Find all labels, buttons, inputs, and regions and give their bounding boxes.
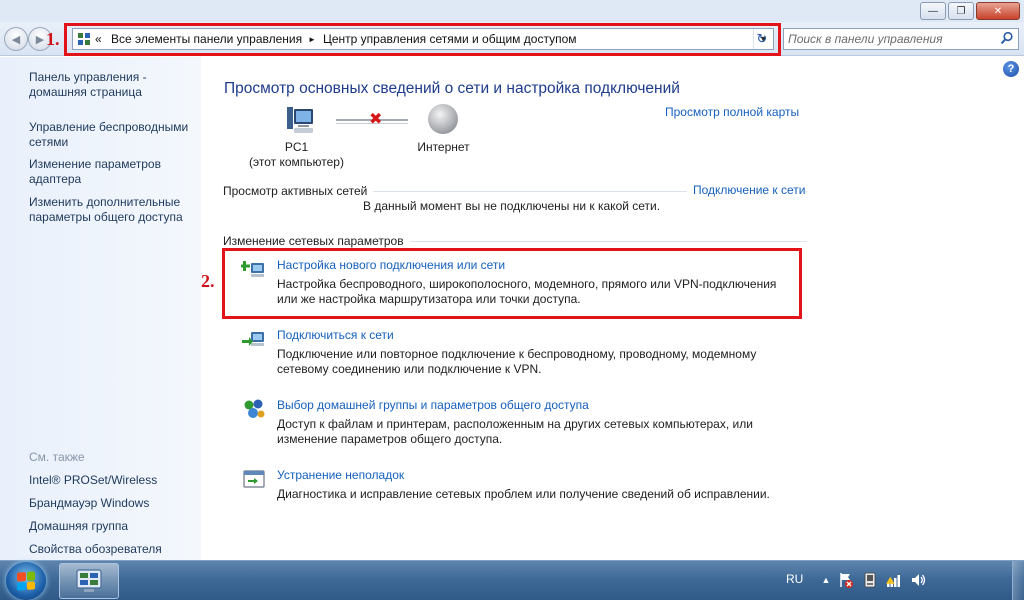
task-connect-network: Подключиться к сети Подключение или повт… <box>241 328 801 376</box>
sidebar: Панель управления - домашняя страница Уп… <box>0 57 201 560</box>
homegroup-icon <box>244 399 265 418</box>
sidebar-link-sharing[interactable]: Изменить дополнительные параметры общего… <box>29 195 199 225</box>
see-also-intel-proset[interactable]: Intel® PROSet/Wireless <box>29 473 199 488</box>
computer-label: PC1 (этот компьютер) <box>249 140 344 170</box>
show-desktop-button[interactable] <box>1012 561 1024 600</box>
taskbar-control-panel-button[interactable] <box>59 563 119 599</box>
task-link-troubleshoot[interactable]: Устранение неполадок <box>277 468 404 482</box>
search-box[interactable] <box>783 28 1019 50</box>
task-desc-connect-network: Подключение или повторное подключение к … <box>277 347 757 376</box>
connect-to-network-link[interactable]: Подключение к сети <box>687 183 806 197</box>
action-center-icon[interactable] <box>838 572 854 588</box>
see-also-heading: См. также <box>29 450 85 464</box>
windows-logo-icon <box>17 571 35 591</box>
search-icon[interactable] <box>1000 31 1014 45</box>
change-settings-heading: Изменение сетевых параметров <box>223 234 410 248</box>
troubleshoot-icon <box>243 470 265 488</box>
computer-icon <box>287 107 313 133</box>
task-desc-troubleshoot: Диагностика и исправление сетевых пробле… <box>277 487 770 501</box>
search-input[interactable] <box>788 31 994 47</box>
view-full-map-link[interactable]: Просмотр полной карты <box>665 105 799 119</box>
back-button[interactable]: ◀ <box>4 27 28 51</box>
tray-arrow-icon[interactable]: ▲ <box>818 572 834 588</box>
close-button[interactable]: ✕ <box>976 2 1020 20</box>
see-also-internet-options[interactable]: Свойства обозревателя <box>29 542 199 557</box>
sidebar-link-wireless[interactable]: Управление беспроводными сетями <box>29 120 199 150</box>
device-icon[interactable] <box>862 572 878 588</box>
task-link-connect-network[interactable]: Подключиться к сети <box>277 328 394 342</box>
minimize-button[interactable]: — <box>920 2 946 20</box>
annotation-box-2 <box>222 248 802 319</box>
control-panel-icon <box>76 569 102 592</box>
computer-subtitle: (этот компьютер) <box>249 155 344 169</box>
active-networks-heading: Просмотр активных сетей <box>223 184 374 198</box>
internet-label: Интернет <box>417 140 470 154</box>
language-indicator[interactable]: RU <box>786 572 803 586</box>
annotation-label-2: 2. <box>201 271 215 291</box>
network-icon[interactable] <box>886 572 902 588</box>
help-icon[interactable]: ? <box>1003 61 1019 77</box>
internet-globe-icon <box>428 104 458 134</box>
title-bar: — ❐ ✕ <box>0 0 1024 24</box>
task-desc-homegroup: Доступ к файлам и принтерам, расположенн… <box>277 417 753 446</box>
volume-icon[interactable] <box>910 572 926 588</box>
computer-name: PC1 <box>284 140 309 154</box>
annotation-label-1: 1. <box>46 29 60 49</box>
task-troubleshoot: Устранение неполадок Диагностика и испра… <box>241 468 801 508</box>
taskbar: RU ▲ <box>0 560 1024 600</box>
maximize-button[interactable]: ❐ <box>948 2 974 20</box>
task-homegroup: Выбор домашней группы и параметров общег… <box>241 398 801 446</box>
start-button[interactable] <box>6 562 46 600</box>
window-controls: — ❐ ✕ <box>920 2 1020 20</box>
connect-network-icon <box>242 332 264 346</box>
sidebar-link-home[interactable]: Панель управления - домашняя страница <box>29 70 199 100</box>
see-also-firewall[interactable]: Брандмауэр Windows <box>29 496 199 511</box>
annotation-box-1 <box>64 23 781 56</box>
sidebar-link-adapter[interactable]: Изменение параметров адаптера <box>29 157 199 187</box>
not-connected-status: В данный момент вы не подключены ни к ка… <box>363 199 661 213</box>
see-also-homegroup[interactable]: Домашняя группа <box>29 519 199 534</box>
task-link-homegroup[interactable]: Выбор домашней группы и параметров общег… <box>277 398 589 412</box>
page-title: Просмотр основных сведений о сети и наст… <box>224 80 680 97</box>
disconnected-icon: ✖ <box>369 111 383 128</box>
